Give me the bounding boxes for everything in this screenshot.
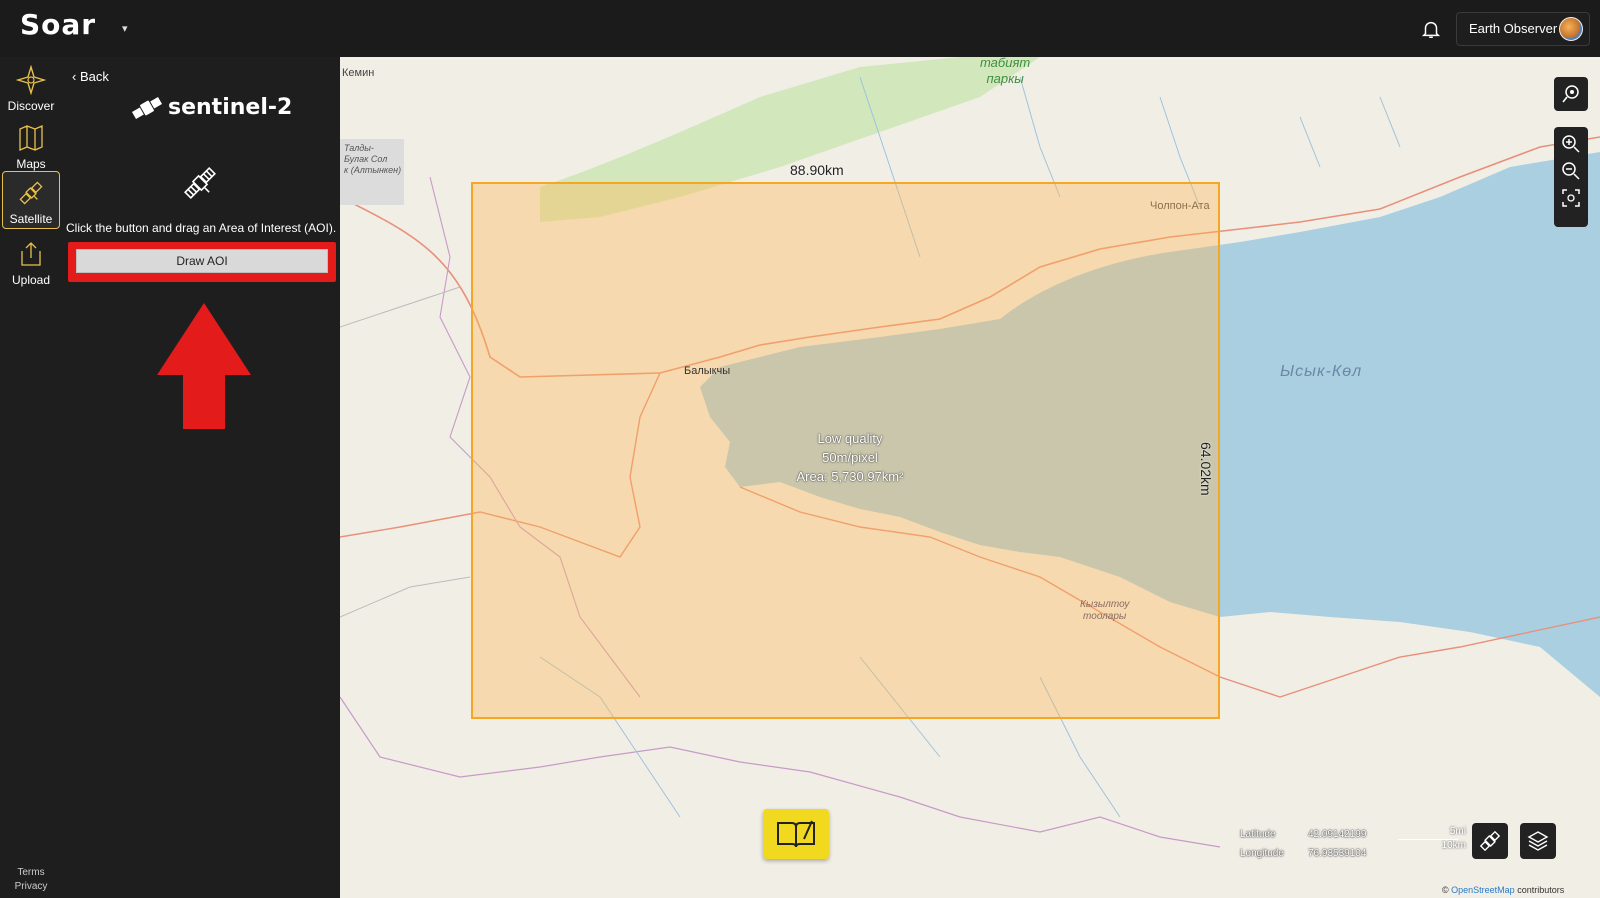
map-label-balykchy: Балыкчы — [684, 365, 731, 377]
nav-maps[interactable]: Maps — [2, 117, 60, 173]
avatar — [1559, 17, 1583, 41]
aoi-instructions: Click the button and drag an Area of Int… — [66, 221, 337, 235]
zoom-to-extent-icon[interactable] — [1561, 188, 1581, 208]
nav-upload[interactable]: Upload — [2, 233, 60, 289]
chevron-left-icon: ‹ — [72, 69, 77, 84]
aoi-width-label: 88.90km — [790, 162, 844, 178]
scale-km: 10km — [1441, 840, 1466, 851]
search-location-icon — [1562, 85, 1579, 103]
compass-star-icon — [16, 65, 46, 95]
nav-label: Discover — [7, 99, 55, 113]
nav-satellite[interactable]: Satellite — [2, 171, 60, 229]
map-label-park: табият паркы — [980, 57, 1031, 86]
nav-discover[interactable]: Discover — [2, 59, 60, 115]
satellite-icon — [1479, 830, 1501, 852]
back-label: Back — [79, 69, 109, 84]
scale-miles: 5mi — [1449, 826, 1466, 837]
latitude-label: Latitude — [1240, 829, 1276, 840]
aoi-resolution: 50m/pixel — [822, 450, 878, 465]
terms-link[interactable]: Terms — [0, 866, 62, 880]
top-bar: Soar ▾ Earth Observer — [0, 0, 1600, 57]
map-label-kemin: Кемин — [342, 67, 375, 79]
map-attribution: © OpenStreetMap contributors — [1442, 885, 1565, 895]
draw-aoi-button[interactable]: Draw AOI — [76, 249, 328, 273]
latitude-value: 42.09142199 — [1308, 829, 1367, 840]
aoi-info: Low quality 50m/pixel Area: 5,730.97km² — [740, 429, 960, 486]
notification-bell-icon[interactable] — [1420, 18, 1442, 40]
search-location-button[interactable] — [1554, 77, 1588, 111]
back-button[interactable]: ‹ Back — [72, 69, 109, 84]
map-canvas[interactable]: Талды- Булак Сол к (Алтынкен) Кемин таби… — [340, 57, 1600, 898]
aoi-height-label: 64.02km — [1198, 442, 1214, 496]
map-label-lake: Ысык-Көл — [1280, 363, 1363, 380]
layers-icon — [1527, 831, 1549, 851]
openstreetmap-link[interactable]: OpenStreetMap — [1451, 885, 1515, 895]
satellite-mode-button[interactable] — [1472, 823, 1508, 859]
nav-label: Satellite — [9, 212, 53, 226]
aoi-quality: Low quality — [817, 431, 883, 446]
satellite-panel: ‹ Back sentinel-2 Click the button and d… — [62, 57, 340, 898]
sentinel-title: sentinel-2 — [130, 93, 292, 127]
coordinate-readout: Latitude 42.09142199 Longitude 76.93539104 — [1240, 825, 1366, 863]
upload-icon — [21, 242, 41, 266]
red-arrow-up-icon — [157, 303, 251, 429]
satellite-icon — [184, 167, 216, 199]
soar-logo[interactable]: Soar — [20, 8, 96, 41]
zoom-in-icon[interactable] — [1561, 134, 1581, 154]
user-menu-button[interactable]: Earth Observer — [1456, 12, 1590, 46]
layers-button[interactable] — [1520, 823, 1556, 859]
guide-book-button[interactable] — [763, 809, 829, 859]
satellite-icon — [19, 181, 43, 205]
nav-label: Maps — [16, 157, 46, 171]
map-icon — [19, 125, 43, 151]
sentinel-title-text: sentinel-2 — [168, 95, 293, 120]
sentinel-satellite-logo-icon — [132, 97, 162, 119]
logo-dropdown-caret-icon[interactable]: ▾ — [122, 22, 128, 35]
map-label-mountains: Кызылтоу тоолары — [1080, 599, 1130, 622]
zoom-controls — [1554, 127, 1588, 227]
nav-label: Upload — [11, 273, 51, 287]
user-name: Earth Observer — [1469, 21, 1558, 36]
map-scale: 5mi 10km — [1398, 825, 1466, 853]
open-book-icon — [777, 820, 815, 848]
scale-bar — [1398, 839, 1458, 840]
aoi-area: Area: 5,730.97km² — [796, 469, 904, 484]
zoom-out-icon[interactable] — [1561, 161, 1581, 181]
longitude-value: 76.93539104 — [1308, 848, 1367, 859]
longitude-label: Longitude — [1240, 848, 1284, 859]
left-nav: Discover Maps Satellite Upload Terms Pri… — [0, 57, 62, 898]
map-label-talda-bulak: Талды- Булак Сол к (Алтынкен) — [344, 143, 402, 175]
footer-links: Terms Privacy — [0, 866, 62, 894]
privacy-link[interactable]: Privacy — [0, 880, 62, 894]
